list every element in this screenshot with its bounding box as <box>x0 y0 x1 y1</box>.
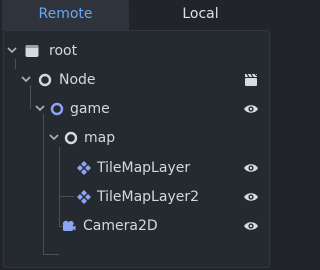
tab-remote[interactable]: Remote <box>2 0 129 30</box>
chevron-down-icon[interactable] <box>35 103 45 113</box>
tree-row-game[interactable]: game <box>4 95 269 123</box>
chevron-down-icon[interactable] <box>49 132 59 142</box>
node-label-game: game <box>70 101 110 117</box>
tree-row-tilemaplayer2[interactable]: TileMapLayer2 <box>4 183 269 211</box>
node2d-icon <box>50 102 64 116</box>
chevron-down-icon[interactable] <box>7 45 17 55</box>
node-label-camera2d: Camera2D <box>83 218 158 234</box>
camera2d-icon <box>62 220 76 231</box>
node-label-tilemaplayer: TileMapLayer <box>97 160 191 176</box>
tree-row-root[interactable]: root <box>4 37 269 65</box>
scene-tree: root Node game map TileMapLayer TileMapL… <box>4 31 269 267</box>
node-icon <box>38 73 52 87</box>
tilemap-icon <box>77 190 91 204</box>
node-icon <box>64 131 78 145</box>
eye-icon[interactable] <box>243 101 259 117</box>
scene-root-icon <box>25 45 39 57</box>
chevron-down-icon[interactable] <box>21 74 31 84</box>
dock-tabs: Remote Local <box>0 0 273 30</box>
scene-tree-panel: root Node game map TileMapLayer TileMapL… <box>3 30 270 268</box>
tree-row-node[interactable]: Node <box>4 66 269 94</box>
node-label-tilemaplayer2: TileMapLayer2 <box>97 189 199 205</box>
tree-row-camera2d[interactable]: Camera2D <box>4 212 269 240</box>
tilemap-icon <box>77 161 91 175</box>
tree-guide <box>43 254 59 255</box>
tree-row-tilemaplayer[interactable]: TileMapLayer <box>4 154 269 182</box>
node-label-map: map <box>84 130 116 146</box>
tab-local[interactable]: Local <box>130 0 271 30</box>
clapperboard-icon[interactable] <box>243 72 259 88</box>
eye-icon[interactable] <box>243 160 259 176</box>
eye-icon[interactable] <box>243 218 259 234</box>
node-label-root: root <box>49 43 78 59</box>
eye-icon[interactable] <box>243 189 259 205</box>
node-label-node: Node <box>59 72 96 88</box>
tree-row-map[interactable]: map <box>4 124 269 152</box>
